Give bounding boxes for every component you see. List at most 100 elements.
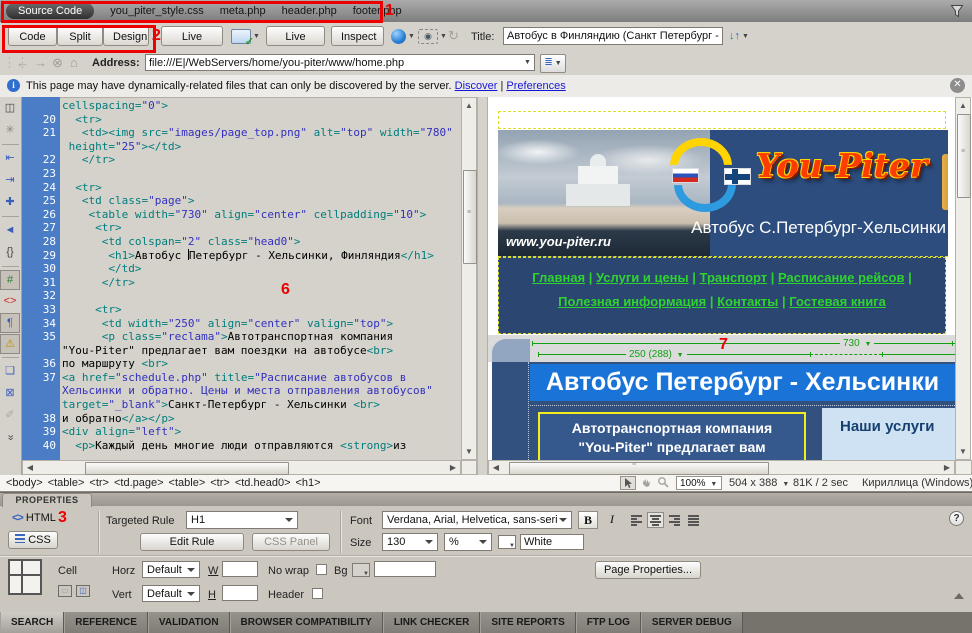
close-info-bar-icon[interactable]: ✕ [950, 78, 965, 93]
file-management-button[interactable]: ↓↑▼ [729, 27, 749, 45]
line-numbers-icon[interactable]: # [0, 270, 20, 290]
refresh-design-view-button[interactable]: ↻ [448, 27, 459, 45]
check-browser-compatibility-button[interactable]: ✓▼ [231, 27, 260, 45]
scroll-down-icon[interactable]: ▼ [462, 445, 476, 458]
design-nav-link[interactable]: Контакты [717, 294, 778, 309]
scroll-right-icon[interactable]: ▶ [446, 461, 460, 474]
design-view-button[interactable]: Design [103, 26, 149, 46]
stop-icon[interactable]: ⊗ [52, 55, 63, 71]
code-view[interactable]: cellspacing="0">20 <tr>21 <td><img src="… [22, 97, 461, 460]
design-vertical-scrollbar[interactable]: ▲ ≡ ▼ [955, 97, 971, 460]
collapse-panel-icon[interactable] [954, 593, 964, 599]
results-tab-validation[interactable]: VALIDATION [148, 612, 230, 633]
code-line[interactable]: 26 <table width="730" align="center" cel… [22, 208, 461, 222]
address-dropdown-icon[interactable]: ▼ [524, 59, 531, 66]
discover-link[interactable]: Discover [455, 80, 498, 92]
design-hscroll-thumb[interactable]: ≡ [509, 462, 769, 475]
results-tab-ftp-log[interactable]: FTP LOG [576, 612, 641, 633]
split-view-button[interactable]: Split [57, 26, 103, 46]
properties-tab[interactable]: PROPERTIES [2, 493, 92, 507]
title-input[interactable]: Автобус в Финляндию (Санкт Петербург - Х… [503, 27, 723, 45]
window-size-select[interactable]: 504 x 388 ▼ [729, 477, 789, 489]
scroll-up-icon[interactable]: ▲ [462, 99, 476, 112]
code-line[interactable]: 39<div align="left"> [22, 425, 461, 439]
code-line[interactable]: 32 [22, 289, 461, 303]
css-mode-button[interactable]: CSS [8, 531, 58, 549]
bg-color-input[interactable] [374, 561, 436, 577]
back-icon[interactable]: ← [16, 55, 29, 70]
forward-icon[interactable]: → [34, 55, 47, 70]
size-select[interactable]: 130 [382, 533, 438, 551]
design-horizontal-scrollbar[interactable]: ◀ ≡ ▶ [488, 460, 955, 475]
home-icon[interactable]: ⌂ [70, 55, 78, 70]
text-color-swatch[interactable]: ▼ [498, 535, 516, 549]
code-line[interactable]: 23 [22, 167, 461, 181]
code-line[interactable]: 22 </tr> [22, 153, 461, 167]
collapse-toolbar-chevron-icon[interactable]: » [0, 428, 21, 448]
code-line[interactable]: 40 <p>Каждый день многие люди отправляют… [22, 439, 461, 453]
italic-button[interactable]: I [602, 511, 622, 529]
code-line[interactable]: height="25"></td> [22, 140, 461, 154]
code-vscroll-thumb[interactable]: ≡ [463, 170, 477, 264]
align-center-icon[interactable] [647, 512, 664, 528]
address-input[interactable]: file:///E|/WebServers/home/you-piter/www… [145, 54, 535, 71]
highlight-invalid-code-icon[interactable]: <> [0, 291, 20, 312]
design-nav-link[interactable]: Главная [532, 270, 585, 285]
help-button[interactable]: ? [949, 511, 964, 526]
header-checkbox[interactable] [312, 588, 323, 599]
css-panel-button[interactable]: CSS Panel [252, 533, 330, 551]
tag-selector-item[interactable]: <table> [48, 477, 85, 489]
expand-all-icon[interactable]: ✚ [0, 192, 20, 213]
design-nav-link[interactable]: Транспорт [700, 270, 768, 285]
scroll-down-icon[interactable]: ▼ [956, 445, 970, 458]
code-line[interactable]: 31 </tr> [22, 276, 461, 290]
html-mode-button[interactable]: <> HTML [12, 512, 56, 524]
width-input[interactable] [222, 561, 258, 577]
results-tab-browser-compatibility[interactable]: BROWSER COMPATIBILITY [230, 612, 383, 633]
results-tab-reference[interactable]: REFERENCE [64, 612, 148, 633]
size-unit-select[interactable]: % [444, 533, 492, 551]
targeted-rule-select[interactable]: H1 [186, 511, 298, 529]
zoom-tool-button[interactable] [655, 476, 671, 490]
font-select[interactable]: Verdana, Arial, Helvetica, sans-serif [382, 511, 572, 529]
code-line[interactable]: cellspacing="0"> [22, 99, 461, 113]
related-files-options-button[interactable]: ≣▼ [540, 54, 566, 73]
live-code-button[interactable]: Live Code [161, 26, 223, 46]
preview-in-browser-button[interactable]: ▼ [391, 27, 415, 45]
collapse-selection-icon[interactable]: ⇥ [0, 170, 20, 191]
hand-tool-button[interactable] [638, 476, 654, 490]
magnification-select[interactable]: 100% ▼ [676, 476, 722, 490]
live-view-button[interactable]: Live View [266, 26, 325, 46]
remove-comment-icon[interactable]: ⊠ [0, 383, 20, 404]
preferences-link[interactable]: Preferences [506, 80, 565, 92]
merge-cells-icon[interactable]: ▭ [58, 585, 72, 597]
align-right-icon[interactable] [666, 512, 683, 528]
open-documents-icon[interactable]: ◫ [0, 98, 20, 119]
syntax-error-alerts-icon[interactable]: ⚠ [0, 334, 20, 354]
code-line[interactable]: target="_blank">Санкт-Петербург - Хельси… [22, 398, 461, 412]
code-line[interactable]: 27 <tr> [22, 221, 461, 235]
results-tab-search[interactable]: SEARCH [0, 612, 64, 633]
source-code-tab[interactable]: Source Code [6, 3, 94, 19]
tag-selector-item[interactable]: <tr> [89, 477, 109, 489]
page-properties-button[interactable]: Page Properties... [595, 561, 701, 579]
code-view-button[interactable]: Code [8, 26, 57, 46]
tag-selector-item[interactable]: <td.head0> [235, 477, 291, 489]
tag-selector-item[interactable]: <tr> [210, 477, 230, 489]
results-tab-site-reports[interactable]: SITE REPORTS [480, 612, 575, 633]
code-line[interactable]: 28 <td colspan="2" class="head0"> [22, 235, 461, 249]
code-line[interactable]: 30 </td> [22, 262, 461, 276]
inspect-button[interactable]: Inspect [331, 26, 384, 46]
related-file-tab[interactable]: you_piter_style.css [110, 5, 204, 17]
results-tab-link-checker[interactable]: LINK CHECKER [383, 612, 481, 633]
apply-comment-icon[interactable]: ❑ [0, 361, 20, 382]
code-line[interactable]: 25 <td class="page"> [22, 194, 461, 208]
code-line[interactable]: 34 <td width="250" align="center" valign… [22, 317, 461, 331]
code-line[interactable]: Хельсинки и обратно. Цены и места отправ… [22, 384, 461, 398]
visual-aids-button[interactable]: ◉▼ [418, 27, 447, 45]
tag-selector-item[interactable]: <h1> [296, 477, 321, 489]
design-h1-heading[interactable]: Автобус Петербург - Хельсинки [530, 364, 955, 401]
related-file-tab[interactable]: header.php [282, 5, 337, 17]
code-line[interactable]: 24 <tr> [22, 181, 461, 195]
related-file-tab[interactable]: meta.php [220, 5, 266, 17]
